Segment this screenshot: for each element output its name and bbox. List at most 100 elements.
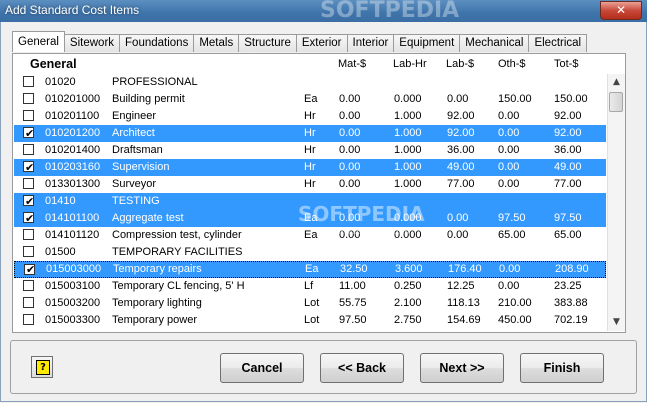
cell-lab: 0.00 bbox=[447, 212, 469, 224]
cell-labhr: 0.000 bbox=[394, 93, 422, 105]
row-checkbox[interactable] bbox=[23, 93, 34, 104]
cell-lab: 12.25 bbox=[447, 280, 475, 292]
row-checkbox[interactable] bbox=[23, 229, 34, 240]
cell-unit: Hr bbox=[304, 110, 316, 122]
tab-interior[interactable]: Interior bbox=[347, 34, 395, 52]
cell-mat: 11.00 bbox=[339, 280, 366, 292]
scroll-thumb[interactable] bbox=[609, 92, 623, 112]
table-row[interactable]: 010201100 Engineer Hr 0.00 1.000 92.00 0.00 92.… bbox=[14, 108, 606, 125]
row-checkbox[interactable]: ✔ bbox=[23, 212, 34, 225]
cell-oth: 0.00 bbox=[498, 178, 520, 190]
next-button[interactable]: Next >> bbox=[420, 353, 504, 383]
tab-exterior[interactable]: Exterior bbox=[296, 34, 348, 52]
table-row[interactable]: 010201400 Draftsman Hr 0.00 1.000 36.00 0.00 36… bbox=[14, 142, 606, 159]
tab-metals[interactable]: Metals bbox=[194, 34, 240, 52]
row-checkbox[interactable] bbox=[23, 144, 34, 155]
table-row[interactable]: ✔ 010203160 Supervision Hr 0.00 1.000 49.00 0.0… bbox=[14, 159, 606, 176]
row-checkbox[interactable]: ✔ bbox=[24, 263, 35, 276]
row-checkbox[interactable] bbox=[23, 297, 34, 308]
cell-tot: 92.00 bbox=[554, 110, 582, 122]
table-row[interactable]: 01020 PROFESSIONAL bbox=[14, 74, 606, 91]
cell-desc: TESTING bbox=[112, 195, 160, 207]
table-row[interactable]: ✔ 014101100 Aggregate test Ea 0.00 0.000 0.00 9… bbox=[14, 210, 606, 227]
tab-equipment[interactable]: Equipment bbox=[394, 34, 461, 52]
column-header-mat: Mat-$ bbox=[338, 58, 367, 70]
cell-tot: 23.25 bbox=[554, 280, 582, 292]
row-checkbox[interactable]: ✔ bbox=[23, 161, 34, 174]
cell-tot: 383.88 bbox=[554, 297, 588, 309]
close-button[interactable]: ✕ bbox=[600, 1, 642, 20]
cell-mat: 0.00 bbox=[339, 212, 361, 224]
row-checkbox[interactable]: ✔ bbox=[23, 127, 34, 140]
tab-foundations[interactable]: Foundations bbox=[120, 34, 195, 52]
tab-sitework[interactable]: Sitework bbox=[64, 34, 121, 52]
cell-lab: 92.00 bbox=[447, 127, 475, 139]
cell-tot: 36.00 bbox=[554, 144, 582, 156]
back-button[interactable]: << Back bbox=[320, 353, 404, 383]
cell-tot: 49.00 bbox=[554, 161, 582, 173]
scroll-down-icon[interactable]: ▼ bbox=[608, 314, 625, 331]
vertical-scrollbar[interactable]: ▲ ▼ bbox=[607, 74, 625, 331]
cell-desc: TEMPORARY FACILITIES bbox=[112, 246, 243, 258]
row-checkbox[interactable]: ✔ bbox=[23, 195, 34, 208]
table-row[interactable]: 014101120 Compression test, cylinder Ea 0.0… bbox=[14, 227, 606, 244]
tab-structure[interactable]: Structure bbox=[239, 34, 297, 52]
cell-lab: 49.00 bbox=[447, 161, 475, 173]
finish-button[interactable]: Finish bbox=[520, 353, 604, 383]
cell-unit: Lot bbox=[304, 314, 320, 326]
cell-unit: Hr bbox=[304, 127, 316, 139]
cell-oth: 0.00 bbox=[498, 127, 520, 139]
cell-mat: 0.00 bbox=[339, 144, 361, 156]
table-row[interactable]: ✔ 010201200 Architect Hr 0.00 1.000 92.00 0.00 9… bbox=[14, 125, 606, 142]
cell-code: 010201000 bbox=[45, 93, 101, 105]
tab-general[interactable]: General bbox=[12, 31, 65, 52]
cell-labhr: 1.000 bbox=[394, 178, 422, 190]
cell-lab: 154.69 bbox=[447, 314, 481, 326]
row-checkbox[interactable] bbox=[23, 110, 34, 121]
items-panel: General Mat-$ Lab-Hr Lab-$ Oth-$ Tot-$ 0… bbox=[12, 53, 626, 333]
cell-tot: 92.00 bbox=[554, 127, 582, 139]
cell-code: 010203160 bbox=[45, 161, 101, 173]
cell-mat: 0.00 bbox=[339, 93, 361, 105]
cell-tot: 208.90 bbox=[555, 263, 589, 275]
table-row[interactable]: 015003200 Temporary lighting Lot 55.75 2.100… bbox=[14, 295, 606, 312]
table-row[interactable]: 01500 TEMPORARY FACILITIES bbox=[14, 244, 606, 261]
row-checkbox[interactable] bbox=[23, 246, 34, 257]
column-header-labhr: Lab-Hr bbox=[393, 58, 427, 70]
cell-labhr: 0.000 bbox=[394, 229, 422, 241]
cell-desc: Temporary repairs bbox=[113, 263, 202, 275]
row-checkbox[interactable] bbox=[23, 76, 34, 87]
table-row[interactable]: 013301300 Surveyor Hr 0.00 1.000 77.00 0.00 77.… bbox=[14, 176, 606, 193]
cell-lab: 118.13 bbox=[447, 297, 480, 309]
tab-electrical[interactable]: Electrical bbox=[529, 34, 588, 52]
cell-desc: Supervision bbox=[112, 161, 170, 173]
row-checkbox[interactable] bbox=[23, 280, 34, 291]
scroll-up-icon[interactable]: ▲ bbox=[608, 74, 625, 91]
cell-mat: 0.00 bbox=[339, 110, 361, 122]
cell-oth: 0.00 bbox=[498, 144, 520, 156]
table-row[interactable]: 015003300 Temporary power Lot 97.50 2.750 154… bbox=[14, 312, 606, 329]
checkmark-icon: ✔ bbox=[25, 127, 35, 140]
help-button[interactable]: ? bbox=[31, 356, 53, 378]
row-checkbox[interactable] bbox=[23, 314, 34, 325]
cancel-button[interactable]: Cancel bbox=[220, 353, 304, 383]
tab-mechanical[interactable]: Mechanical bbox=[460, 34, 530, 52]
cell-oth: 210.00 bbox=[498, 297, 532, 309]
cell-desc: Temporary lighting bbox=[112, 297, 202, 309]
column-header-oth: Oth-$ bbox=[498, 58, 526, 70]
cell-desc: Surveyor bbox=[112, 178, 157, 190]
row-checkbox[interactable] bbox=[23, 178, 34, 189]
cell-unit: Ea bbox=[305, 263, 319, 275]
table-row[interactable]: ✔ 01410 TESTING bbox=[14, 193, 606, 210]
cell-tot: 65.00 bbox=[554, 229, 582, 241]
table-row[interactable]: 015003100 Temporary CL fencing, 5' H Lf 11.… bbox=[14, 278, 606, 295]
table-row[interactable]: 010201000 Building permit Ea 0.00 0.000 0.00 1… bbox=[14, 91, 606, 108]
cell-desc: Architect bbox=[112, 127, 155, 139]
table-row[interactable]: ✔ 015003000 Temporary repairs Ea 32.50 3.600 1… bbox=[14, 261, 606, 278]
window-title: Add Standard Cost Items bbox=[5, 3, 140, 17]
cell-code: 015003300 bbox=[45, 314, 101, 326]
column-header-lab: Lab-$ bbox=[446, 58, 475, 70]
checkmark-icon: ✔ bbox=[25, 161, 35, 174]
cell-unit: Ea bbox=[304, 229, 318, 241]
cell-labhr: 1.000 bbox=[394, 144, 422, 156]
